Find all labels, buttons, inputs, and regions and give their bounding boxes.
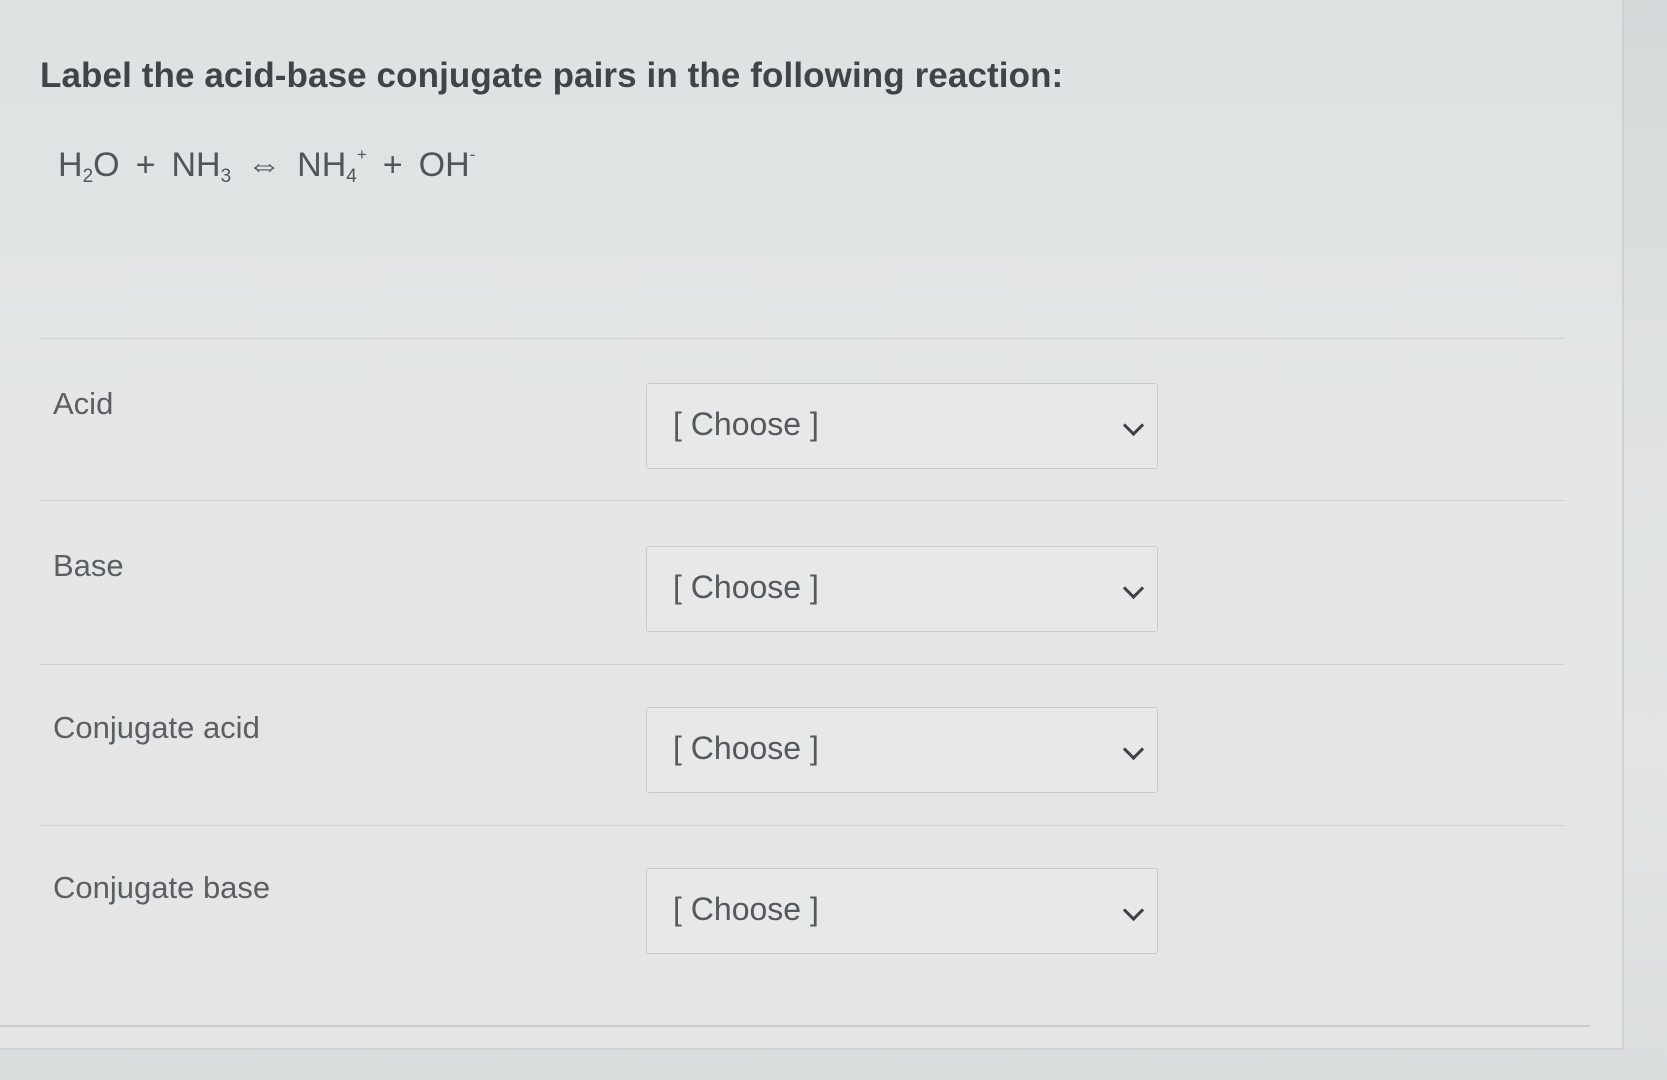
row-label-conjugate-base: Conjugate base bbox=[53, 870, 271, 905]
conjugate-acid-select[interactable]: [ Choose ] bbox=[646, 707, 1158, 793]
acid-select-value: [ Choose ] bbox=[673, 406, 819, 442]
divider bbox=[40, 825, 1565, 826]
base-select-value: [ Choose ] bbox=[673, 569, 819, 605]
plus-sign: + bbox=[135, 146, 156, 184]
base-select[interactable]: [ Choose ] bbox=[646, 546, 1158, 632]
row-label-acid: Acid bbox=[53, 386, 114, 421]
divider bbox=[40, 664, 1565, 665]
conjugate-acid-select-value: [ Choose ] bbox=[673, 730, 819, 766]
chevron-down-icon bbox=[1122, 577, 1145, 600]
product-hydroxide: OH- bbox=[418, 145, 476, 184]
chevron-down-icon bbox=[1122, 899, 1145, 922]
question-title: Label the acid-base conjugate pairs in t… bbox=[40, 56, 1064, 95]
page-bottom-border bbox=[0, 1025, 1590, 1027]
conjugate-base-select[interactable]: [ Choose ] bbox=[646, 868, 1158, 954]
divider bbox=[40, 338, 1565, 339]
reactant-ammonia: NH3 bbox=[171, 146, 232, 187]
question-panel: Label the acid-base conjugate pairs in t… bbox=[0, 0, 1624, 1050]
equilibrium-arrow: ⇔ bbox=[247, 146, 282, 184]
divider bbox=[40, 500, 1565, 501]
product-ammonium: NH4+ bbox=[297, 145, 367, 187]
chevron-down-icon bbox=[1122, 414, 1145, 437]
row-label-conjugate-acid: Conjugate acid bbox=[53, 710, 260, 745]
plus-sign: + bbox=[382, 146, 403, 184]
reactant-water: H2O bbox=[58, 146, 120, 187]
reaction-equation: H2O + NH3 ⇔ NH4+ + OH- bbox=[58, 145, 475, 188]
chevron-down-icon bbox=[1122, 738, 1145, 761]
acid-select[interactable]: [ Choose ] bbox=[646, 383, 1158, 469]
conjugate-base-select-value: [ Choose ] bbox=[673, 891, 819, 927]
row-label-base: Base bbox=[53, 548, 124, 583]
